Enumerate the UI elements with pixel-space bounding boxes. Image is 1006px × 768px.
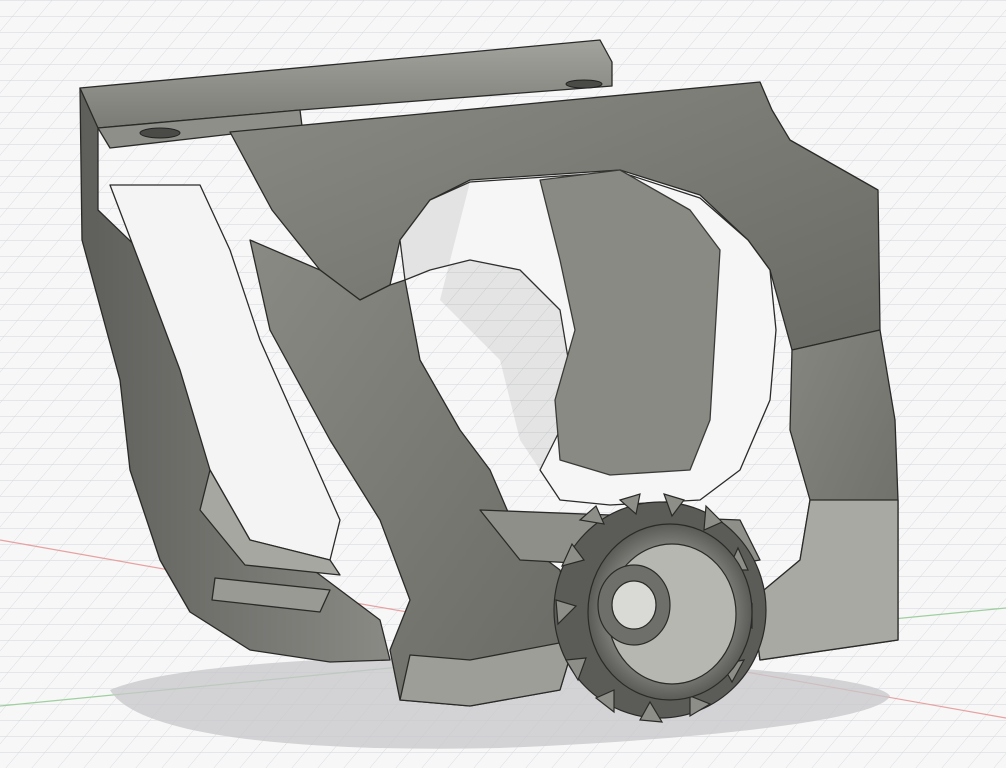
viewport-scene[interactable] — [0, 0, 1006, 768]
3d-viewport-canvas[interactable] — [0, 0, 1006, 768]
screw-hole-left[interactable] — [139, 127, 181, 139]
screw-hole-right[interactable] — [565, 79, 603, 89]
